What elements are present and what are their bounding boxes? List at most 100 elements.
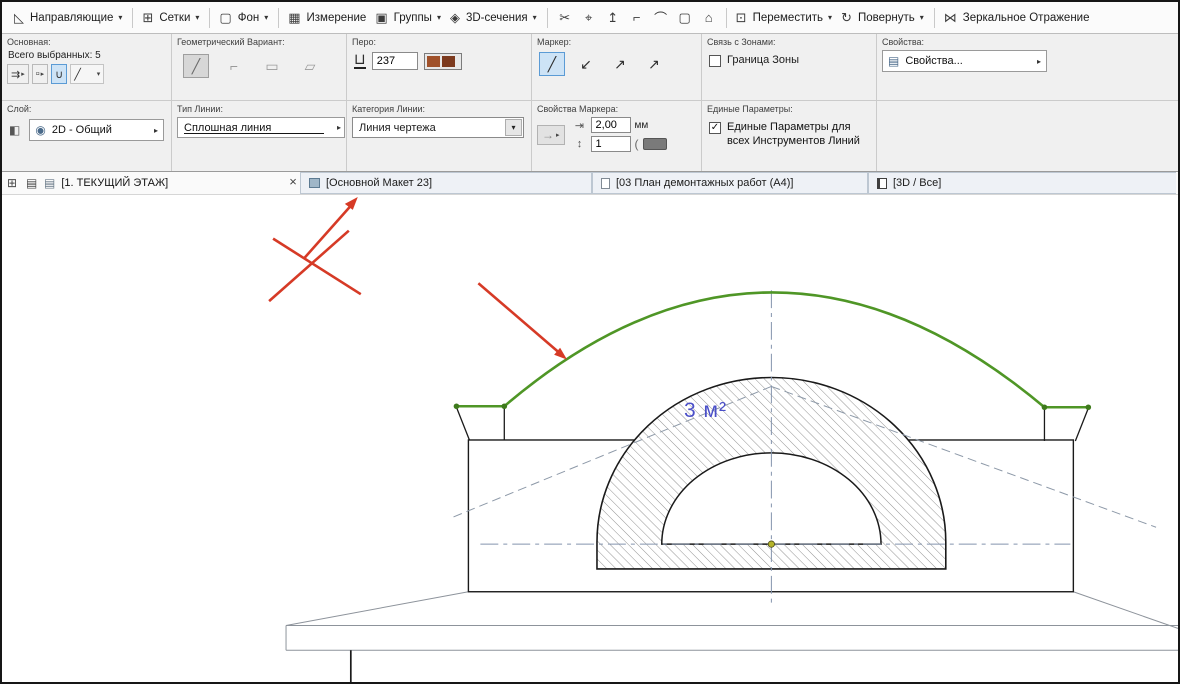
uniform-settings-checkbox[interactable]: ✓ Единые Параметры для всех Инструментов…: [707, 117, 871, 153]
panel-marker-properties: Свойства Маркера: → ▸ ⇥ мм ↕ (: [532, 101, 702, 171]
base-slab-lines[interactable]: [285, 591, 1178, 651]
zone-boundary-checkbox[interactable]: Граница Зоны: [707, 50, 871, 71]
panel-zone-link: Связь с Зонами: Граница Зоны: [702, 34, 877, 101]
paren-glyph: (: [634, 137, 639, 151]
center-node[interactable]: [767, 540, 775, 548]
chevron-right-icon: ▸: [556, 132, 560, 139]
marker-slider[interactable]: [642, 138, 667, 150]
top-toolbar: ◺ Направляющие ▾ ⊞ Сетки ▾ ▢ Фон ▾ ▦ Изм…: [2, 2, 1178, 34]
rotate-button[interactable]: Повернуть ▾: [853, 9, 929, 27]
arrow-right-icon: →: [542, 128, 554, 142]
guides-button[interactable]: Направляющие ▾: [25, 9, 127, 27]
measure-label: Измерение: [306, 11, 367, 24]
magnet-toggle-button[interactable]: ∪: [51, 64, 68, 84]
tab-3d[interactable]: [3D / Все]: [868, 172, 1176, 194]
tab-layout-label: [Основной Макет 23]: [326, 177, 433, 189]
selection-mode-button[interactable]: ▫ ▸: [31, 64, 49, 84]
tab-3d-label: [3D / Все]: [893, 177, 942, 189]
corner-tool-button[interactable]: ⌐: [625, 7, 649, 29]
panel-pen-title: Перо:: [352, 37, 376, 47]
move-label: Переместить: [752, 11, 824, 24]
geometry-polyline-button[interactable]: ⌐: [221, 54, 247, 78]
line-category-select[interactable]: Линия чертежа ▾: [352, 117, 524, 138]
rectangle-icon: ▭: [265, 57, 279, 74]
panel-uniform-settings: Единые Параметры: ✓ Единые Параметры для…: [702, 101, 877, 171]
panel-properties-title: Свойства:: [882, 37, 925, 47]
tab-layout[interactable]: [Основной Макет 23]: [300, 172, 592, 194]
arrow-both-icon: ↗: [648, 55, 660, 72]
line-tool-variant-button[interactable]: ╱ ▾: [70, 64, 105, 84]
chevron-down-icon: ▾: [919, 13, 924, 22]
marker-none-button[interactable]: ╱: [539, 52, 565, 76]
arrow-start-icon: ↙: [580, 55, 592, 72]
fit-button[interactable]: ↥: [601, 7, 625, 29]
geometry-buttons-row: ╱ ⌐ ▭ ▱: [177, 50, 341, 82]
geometry-single-line-button[interactable]: ╱: [183, 54, 209, 78]
geometry-rotated-rectangle-button[interactable]: ▱: [297, 54, 323, 78]
3d-sections-button[interactable]: 3D-сечения ▾: [461, 9, 542, 27]
project-navigator-icon[interactable]: ▤: [26, 176, 37, 190]
line-type-value: Сплошная линия: [184, 121, 272, 134]
groups-button[interactable]: Группы ▾: [389, 9, 446, 27]
3d-sections-label: 3D-сечения: [465, 11, 528, 24]
guides-label: Направляющие: [30, 11, 114, 24]
marker-both-arrows-button[interactable]: ↗: [641, 52, 667, 76]
move-button[interactable]: Переместить ▾: [748, 9, 837, 27]
home-button[interactable]: ⌂: [697, 7, 721, 29]
red-cross-mark[interactable]: [268, 229, 362, 303]
mirror-label: Зеркальное Отражение: [962, 11, 1090, 24]
panel-main-title: Основная:: [7, 37, 51, 47]
frame-tool-button[interactable]: ▢: [673, 7, 697, 29]
dimension-horizontal-icon: ⇥: [574, 119, 585, 132]
marker-count-input[interactable]: [590, 136, 631, 152]
list-icon: ▤: [888, 54, 900, 68]
layer-name: 2D - Общий: [51, 124, 112, 136]
toolbar-separator: [278, 7, 280, 28]
properties-button[interactable]: ▤ Свойства... ▸: [882, 50, 1047, 72]
marker-size-button[interactable]: → ▸: [537, 125, 565, 145]
mirror-button[interactable]: Зеркальное Отражение: [958, 9, 1095, 27]
measure-button[interactable]: Измерение: [302, 9, 372, 27]
panel-pen: Перо: ⊔: [347, 34, 532, 101]
favorites-button[interactable]: ⇉ ▸: [7, 64, 29, 84]
grid-icon: ⊞: [142, 9, 154, 25]
panel-line-category-title: Категория Линии:: [352, 104, 426, 114]
tab-demolition-plan[interactable]: [03 План демонтажных работ (А4)]: [592, 172, 868, 194]
pen-number-input[interactable]: [371, 52, 418, 70]
properties-button-label: Свойства...: [905, 55, 963, 67]
zoom-button[interactable]: ⌖: [577, 7, 601, 29]
geometry-rectangle-button[interactable]: ▭: [259, 54, 285, 78]
marker-buttons-row: ╱ ↙ ↗ ↗: [537, 50, 696, 78]
pen-row: ⊔: [352, 50, 526, 72]
rotated-rectangle-icon: ▱: [304, 57, 316, 74]
layer-button[interactable]: ◉ 2D - Общий ▸: [29, 119, 164, 141]
chevron-glyph: ▾: [511, 123, 516, 132]
magnet-icon: ∪: [55, 68, 64, 81]
toolbar-separator: [209, 7, 211, 28]
marker-start-arrow-button[interactable]: ↙: [573, 52, 599, 76]
info-box: Основная: Всего выбранных: 5 ⇉ ▸ ▫ ▸ ∪ ╱…: [2, 34, 1178, 172]
tab-demolition-plan-label: [03 План демонтажных работ (А4)]: [616, 177, 794, 189]
window-overview-icon[interactable]: ⊞: [7, 176, 17, 190]
drawing-canvas[interactable]: 3 м²: [2, 195, 1178, 682]
panel-layer: Слой: ◧ ◉ 2D - Общий ▸: [2, 101, 172, 171]
grids-button[interactable]: Сетки ▾: [154, 9, 204, 27]
zone-area-label[interactable]: 3 м²: [684, 399, 727, 423]
red-arrow-to-tab[interactable]: [303, 196, 358, 260]
cut-button[interactable]: ✂: [553, 7, 577, 29]
uniform-settings-label: Единые Параметры для всех Инструментов Л…: [727, 121, 860, 147]
close-tab-button[interactable]: ×: [285, 173, 301, 191]
tab-current-floor[interactable]: ▤ [1. ТЕКУЩИЙ ЭТАЖ]: [44, 172, 168, 194]
red-arrow-to-spline[interactable]: [477, 282, 568, 360]
fillet-tool-button[interactable]: ⌒: [649, 7, 673, 29]
line-type-combo[interactable]: Сплошная линия ▸: [177, 117, 345, 138]
chevron-right-icon: ▸: [336, 123, 341, 132]
panel-marker-properties-title: Свойства Маркера:: [537, 104, 619, 114]
chevron-down-icon: ▾: [118, 13, 123, 22]
marker-end-arrow-button[interactable]: ↗: [607, 52, 633, 76]
pen-color-swatch[interactable]: [423, 52, 462, 70]
marker-length-input[interactable]: [590, 117, 631, 133]
arrow-end-icon: ↗: [614, 55, 626, 72]
background-button[interactable]: Фон ▾: [233, 9, 274, 27]
checkbox-checked: ✓: [709, 122, 721, 134]
